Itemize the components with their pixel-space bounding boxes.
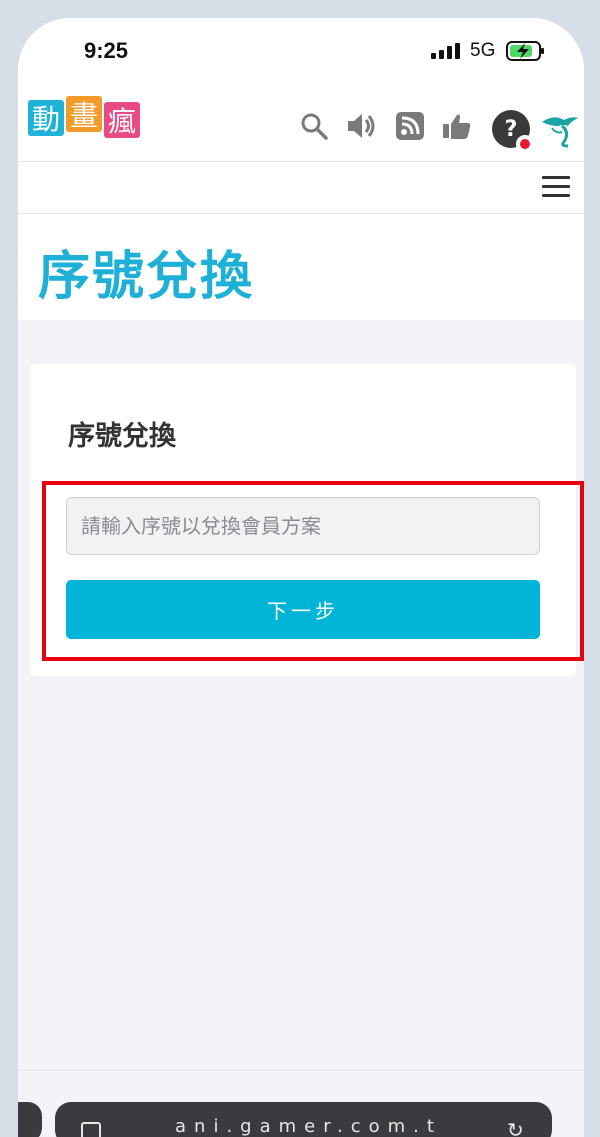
notification-dot (516, 135, 534, 153)
signal-icon (431, 43, 460, 59)
network-type: 5G (470, 40, 496, 61)
menu-bar (18, 162, 584, 214)
tabs-icon[interactable] (81, 1122, 101, 1137)
card-title: 序號兌換 (68, 421, 176, 452)
anime-crazy-logo[interactable]: 動 畫 瘋 (28, 92, 144, 144)
redeem-card: 序號兌換 下一步 (30, 364, 584, 676)
thumbs-up-icon[interactable] (442, 112, 472, 140)
site-header: 動 畫 瘋 ? (18, 84, 584, 162)
volume-icon[interactable] (346, 112, 376, 140)
avatar-glyph: ? (504, 116, 518, 142)
previous-tab-pill[interactable] (18, 1102, 42, 1137)
hamburger-menu-icon[interactable] (542, 176, 570, 198)
next-step-button[interactable]: 下一步 (66, 580, 540, 639)
dragon-logo-icon[interactable] (540, 112, 580, 148)
battery-charging-icon (506, 41, 544, 61)
status-bar: 9:25 5G (18, 18, 584, 84)
svg-text:動: 動 (32, 103, 60, 136)
page-title: 序號兌換 (38, 247, 255, 307)
search-icon[interactable] (300, 112, 328, 140)
phone-screen: 9:25 5G 動 畫 瘋 ? 序號兌換 序號兌換 請輸入序號以兌換會員方案 下… (18, 18, 584, 1137)
status-time: 9:25 (84, 38, 129, 63)
address-text[interactable]: ani.gamer.com.tw (175, 1116, 435, 1137)
title-area: 序號兌換 (18, 214, 584, 320)
rss-icon[interactable] (396, 112, 424, 140)
svg-text:畫: 畫 (70, 99, 98, 132)
svg-text:瘋: 瘋 (108, 105, 136, 138)
serial-code-input[interactable] (66, 497, 540, 555)
address-bar[interactable]: ani.gamer.com.tw ↻ (55, 1102, 552, 1137)
reload-icon[interactable]: ↻ (507, 1118, 524, 1137)
